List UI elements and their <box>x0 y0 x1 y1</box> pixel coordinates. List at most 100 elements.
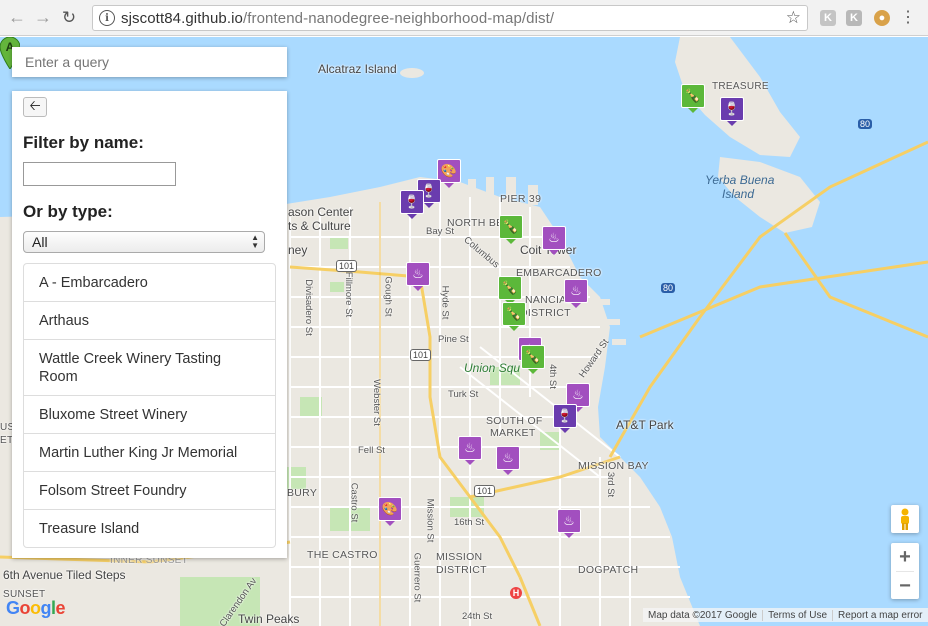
extension-cookie-icon[interactable]: ● <box>874 10 890 26</box>
list-item[interactable]: Bluxome Street Winery <box>24 396 275 434</box>
wine-bottle-icon: 🍾 <box>681 84 705 108</box>
winery-marker[interactable]: 🍾 <box>499 215 523 244</box>
list-item[interactable]: Wattle Creek Winery Tasting Room <box>24 340 275 396</box>
map-label-mason-center: ason Center <box>288 205 354 219</box>
statue-icon: ♨ <box>496 446 520 470</box>
art-marker[interactable]: ♨ <box>557 509 581 538</box>
map-label-union-square: Union Squ <box>464 361 521 375</box>
search-input[interactable]: Enter a query <box>12 47 287 77</box>
map-label-yerba-buena-2: Island <box>722 187 755 201</box>
art-marker[interactable]: 🎨 <box>378 497 402 526</box>
map-label-att-park: AT&T Park <box>616 418 674 432</box>
pegman-figure-icon <box>901 508 909 530</box>
winery-marker[interactable]: 🍾 <box>681 84 705 113</box>
street-16th: 16th St <box>454 517 485 528</box>
reload-icon[interactable]: ↻ <box>56 5 82 31</box>
street-fillmore: Fillmore St <box>343 271 355 318</box>
statue-icon: ♨ <box>564 279 588 303</box>
type-select-value: All <box>32 234 48 250</box>
art-marker[interactable]: ♨ <box>496 446 520 475</box>
location-list: A - Embarcadero Arthaus Wattle Creek Win… <box>23 263 276 548</box>
collapse-arrow-icon[interactable]: 🡠 <box>23 97 47 117</box>
google-logo[interactable]: Google <box>6 598 66 619</box>
winery-marker[interactable]: 🍾 <box>502 302 526 331</box>
map-label-financial-district: DISTRICT <box>520 307 571 319</box>
winery-marker[interactable]: 🍾 <box>521 345 545 374</box>
statue-icon: ♨ <box>458 436 482 460</box>
map-label-arts-culture: ts & Culture <box>288 219 351 233</box>
highway-101-shield-2: 101 <box>410 349 432 361</box>
filter-name-input[interactable] <box>23 162 176 186</box>
report-map-error-link[interactable]: Report a map error <box>833 610 927 621</box>
highway-101-shield-1: 101 <box>336 260 358 272</box>
wine-glass-icon: 🍷 <box>400 190 424 214</box>
statue-icon: ♨ <box>542 226 566 250</box>
zoom-out-button[interactable]: − <box>891 572 919 600</box>
filter-name-heading: Filter by name: <box>23 133 144 152</box>
highway-80-shield-2: 80 <box>661 283 676 293</box>
street-mission: Mission St <box>424 498 436 543</box>
zoom-in-button[interactable]: + <box>891 543 919 571</box>
back-arrow-icon[interactable]: ← <box>4 5 30 31</box>
statue-icon: ♨ <box>406 262 430 286</box>
bar-marker[interactable]: 🍷 <box>720 97 744 126</box>
info-icon[interactable]: i <box>99 10 115 26</box>
map-label-mission-district: DISTRICT <box>436 564 487 576</box>
bar-marker[interactable]: 🍷 <box>553 404 577 433</box>
bar-marker[interactable]: 🍷 <box>400 190 424 219</box>
street-3rd: 3rd St <box>605 471 617 498</box>
map-label-ney: ney <box>288 243 308 257</box>
winery-marker[interactable]: 🍾 <box>498 276 522 305</box>
statue-icon: ♨ <box>557 509 581 533</box>
filter-type-heading: Or by type: <box>23 202 113 221</box>
list-item[interactable]: Folsom Street Foundry <box>24 472 275 510</box>
map-label-soma-2: MARKET <box>490 427 536 439</box>
street-gough: Gough St <box>382 276 394 317</box>
wine-bottle-icon: 🍾 <box>502 302 526 326</box>
extension-k-icon[interactable]: K <box>820 10 836 26</box>
map-label-twin-peaks: Twin Peaks <box>238 612 300 626</box>
art-marker[interactable]: ♨ <box>542 226 566 255</box>
art-marker[interactable]: ♨ <box>458 436 482 465</box>
art-marker[interactable]: ♨ <box>564 279 588 308</box>
zoom-controls: + − <box>891 543 919 599</box>
art-marker[interactable]: ♨ <box>406 262 430 291</box>
wine-glass-icon: 🍷 <box>720 97 744 121</box>
list-item[interactable]: A - Embarcadero <box>24 264 275 302</box>
url-host: sjscott84.github.io <box>121 9 243 27</box>
forward-arrow-icon[interactable]: → <box>30 5 56 31</box>
palette-icon: 🎨 <box>378 497 402 521</box>
street-view-pegman-icon[interactable] <box>891 505 919 533</box>
bookmark-star-icon[interactable]: ☆ <box>786 8 801 28</box>
map-label-tiled-steps: 6th Avenue Tiled Steps <box>3 568 126 582</box>
map-label-treasure-island: TREASURE <box>712 81 769 92</box>
wine-bottle-icon: 🍾 <box>521 345 545 369</box>
street-castro: Castro St <box>348 482 360 523</box>
list-item[interactable]: Treasure Island <box>24 510 275 547</box>
street-fell: Fell St <box>358 445 385 456</box>
street-4th: 4th St <box>546 364 558 389</box>
terms-of-use-link[interactable]: Terms of Use <box>763 609 834 621</box>
map-label-pier39: PIER 39 <box>500 193 542 205</box>
street-bay: Bay St <box>426 226 454 237</box>
menu-dots-icon[interactable]: ⋮ <box>900 9 916 27</box>
extension-k2-icon[interactable]: K <box>846 10 862 26</box>
list-item[interactable]: Arthaus <box>24 302 275 340</box>
filter-panel: 🡠 Filter by name: Or by type: All ▲ ▼ A -… <box>12 91 287 558</box>
highway-101-shield-3: 101 <box>474 485 496 497</box>
map-label-bury: BURY <box>287 487 318 499</box>
map-label-soma: SOUTH OF <box>486 415 543 427</box>
map-label-alcatraz: Alcatraz Island <box>318 62 397 76</box>
map-label-mission-bay: MISSION BAY <box>578 460 649 472</box>
address-bar[interactable]: i sjscott84.github.io/frontend-nanodegre… <box>92 5 808 31</box>
wine-glass-icon: 🍷 <box>553 404 577 428</box>
map-data-credit: Map data ©2017 Google <box>643 609 764 621</box>
type-select[interactable]: All ▲ ▼ <box>23 231 265 253</box>
street-guerrero: Guerrero St <box>411 552 423 603</box>
list-item[interactable]: Martin Luther King Jr Memorial <box>24 434 275 472</box>
select-arrows-icon: ▲ ▼ <box>251 233 259 250</box>
street-divisadero: Divisadero St <box>302 279 314 336</box>
map-label-mission: MISSION <box>436 551 483 563</box>
street-turk: Turk St <box>448 389 479 400</box>
url-path: /frontend-nanodegree-neighborhood-map/di… <box>242 9 555 27</box>
